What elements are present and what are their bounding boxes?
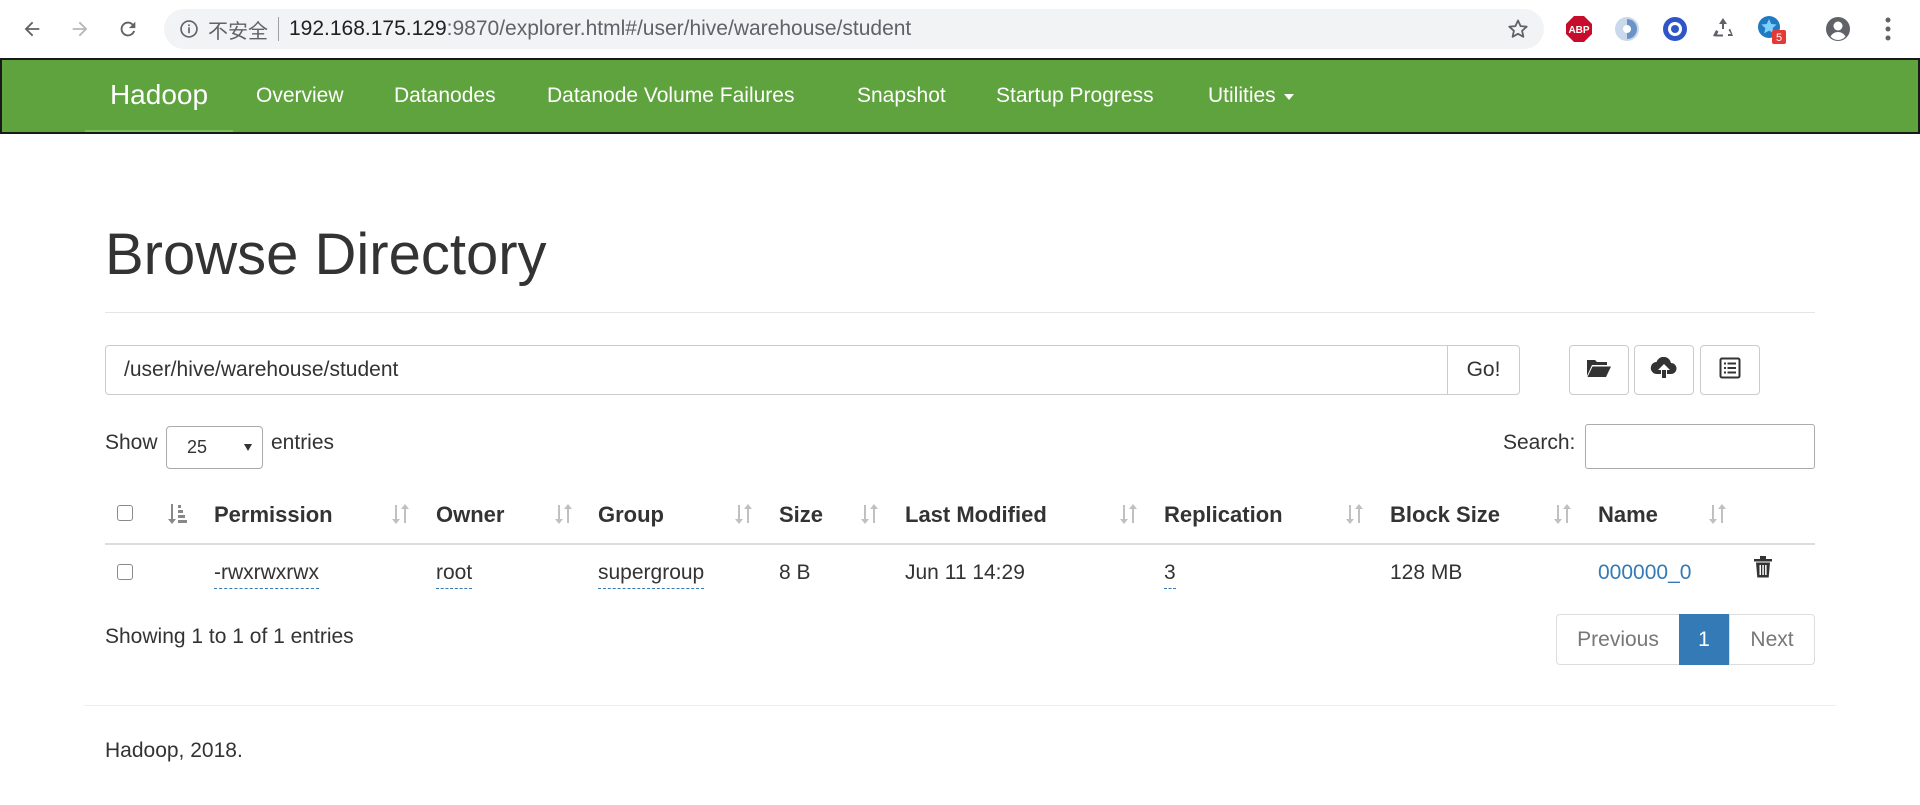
cell-owner[interactable]: root xyxy=(436,558,473,589)
nav-utilities-label: Utilities xyxy=(1208,84,1276,107)
entries-label: entries xyxy=(271,431,335,454)
caret-down-icon xyxy=(1283,94,1294,100)
sort-both-icon[interactable] xyxy=(1118,501,1140,527)
pagination-next[interactable]: Next xyxy=(1729,614,1815,665)
title-divider xyxy=(105,312,1815,313)
sort-both-icon[interactable] xyxy=(390,501,412,527)
directory-path-input[interactable]: /user/hive/warehouse/student xyxy=(105,345,1448,395)
omnibox-separator xyxy=(278,17,279,41)
pagination-page-1[interactable]: 1 xyxy=(1679,614,1729,665)
folder-open-icon xyxy=(1586,357,1612,384)
nav-startup-progress[interactable]: Startup Progress xyxy=(996,60,1154,132)
recycle-extension-icon[interactable] xyxy=(1707,13,1739,45)
navbar-brand[interactable]: Hadoop xyxy=(85,60,233,132)
show-label: Show xyxy=(105,431,158,454)
sort-both-icon[interactable] xyxy=(733,501,755,527)
star-extension-icon[interactable]: 5 xyxy=(1755,13,1787,45)
nav-datanodes[interactable]: Datanodes xyxy=(394,60,496,132)
search-label: Search: xyxy=(1503,431,1576,454)
footer-divider xyxy=(84,705,1836,706)
nav-datanode-volume-failures[interactable]: Datanode Volume Failures xyxy=(547,60,794,132)
nav-snapshot[interactable]: Snapshot xyxy=(857,60,946,132)
column-header-group[interactable]: Group xyxy=(598,498,664,532)
info-icon[interactable] xyxy=(178,18,200,40)
bookmark-star-icon[interactable] xyxy=(1506,17,1530,41)
cell-last-modified: Jun 11 14:29 xyxy=(905,561,1025,584)
column-header-owner[interactable]: Owner xyxy=(436,498,504,532)
go-button[interactable]: Go! xyxy=(1447,345,1520,395)
sort-amount-icon[interactable] xyxy=(167,501,189,527)
url-path: :9870/explorer.html#/user/hive/warehouse… xyxy=(446,17,912,40)
back-arrow-icon[interactable] xyxy=(15,12,49,46)
nav-utilities-dropdown[interactable]: Utilities xyxy=(1208,60,1294,132)
svg-text:ABP: ABP xyxy=(1568,25,1589,36)
address-bar[interactable]: 不安全 192.168.175.129:9870/explorer.html#/… xyxy=(164,9,1544,49)
column-header-last-modified[interactable]: Last Modified xyxy=(905,498,1047,532)
browser-toolbar: 不安全 192.168.175.129:9870/explorer.html#/… xyxy=(0,0,1920,58)
list-alt-icon xyxy=(1719,357,1741,384)
github-extension-icon[interactable] xyxy=(1659,13,1691,45)
upload-files-button[interactable] xyxy=(1634,345,1694,395)
cut-paste-list-button[interactable] xyxy=(1700,345,1760,395)
sort-both-icon[interactable] xyxy=(859,501,881,527)
page-title: Browse Directory xyxy=(105,222,547,287)
pagination-previous[interactable]: Previous xyxy=(1556,614,1680,665)
menu-kebab-icon[interactable] xyxy=(1872,13,1904,45)
footer-copyright: Hadoop, 2018. xyxy=(105,739,243,762)
cell-size: 8 B xyxy=(779,561,811,584)
hadoop-navbar: Hadoop Overview Datanodes Datanode Volum… xyxy=(0,58,1920,134)
table-header-divider xyxy=(105,543,1815,545)
cell-group[interactable]: supergroup xyxy=(598,558,705,589)
column-header-permission[interactable]: Permission xyxy=(214,498,333,532)
url-text[interactable]: 192.168.175.129:9870/explorer.html#/user… xyxy=(289,17,911,41)
forward-arrow-icon[interactable] xyxy=(63,12,97,46)
cell-block-size: 128 MB xyxy=(1390,561,1463,584)
cloud-upload-icon xyxy=(1650,356,1678,384)
speed-dial-extension-icon[interactable] xyxy=(1611,13,1643,45)
sort-both-icon[interactable] xyxy=(1707,501,1729,527)
cell-permission[interactable]: -rwxrwxrwx xyxy=(214,558,319,589)
sort-both-icon[interactable] xyxy=(1552,501,1574,527)
column-header-replication[interactable]: Replication xyxy=(1164,498,1283,532)
account-icon[interactable] xyxy=(1822,13,1854,45)
search-input[interactable] xyxy=(1585,424,1815,469)
select-all-checkbox[interactable] xyxy=(117,505,133,521)
entries-summary: Showing 1 to 1 of 1 entries xyxy=(105,625,354,648)
create-directory-button[interactable] xyxy=(1569,345,1629,395)
reload-icon[interactable] xyxy=(111,12,145,46)
column-header-size[interactable]: Size xyxy=(779,498,823,532)
cell-name-link[interactable]: 000000_0 xyxy=(1598,558,1691,588)
column-header-block-size[interactable]: Block Size xyxy=(1390,498,1500,532)
trash-icon[interactable] xyxy=(1754,556,1772,587)
svg-text:5: 5 xyxy=(1776,32,1782,44)
entries-per-page-select[interactable]: 25 xyxy=(166,426,263,469)
cell-replication[interactable]: 3 xyxy=(1164,558,1176,589)
column-header-name[interactable]: Name xyxy=(1598,498,1658,532)
sort-both-icon[interactable] xyxy=(553,501,575,527)
select-arrow-icon xyxy=(244,444,252,451)
abp-extension-icon[interactable]: ABP xyxy=(1563,13,1595,45)
security-label: 不安全 xyxy=(208,18,268,43)
sort-both-icon[interactable] xyxy=(1344,501,1366,527)
row-checkbox[interactable] xyxy=(117,564,133,580)
url-host: 192.168.175.129 xyxy=(289,17,447,40)
nav-overview[interactable]: Overview xyxy=(256,60,344,132)
entries-per-page-value: 25 xyxy=(187,437,208,457)
